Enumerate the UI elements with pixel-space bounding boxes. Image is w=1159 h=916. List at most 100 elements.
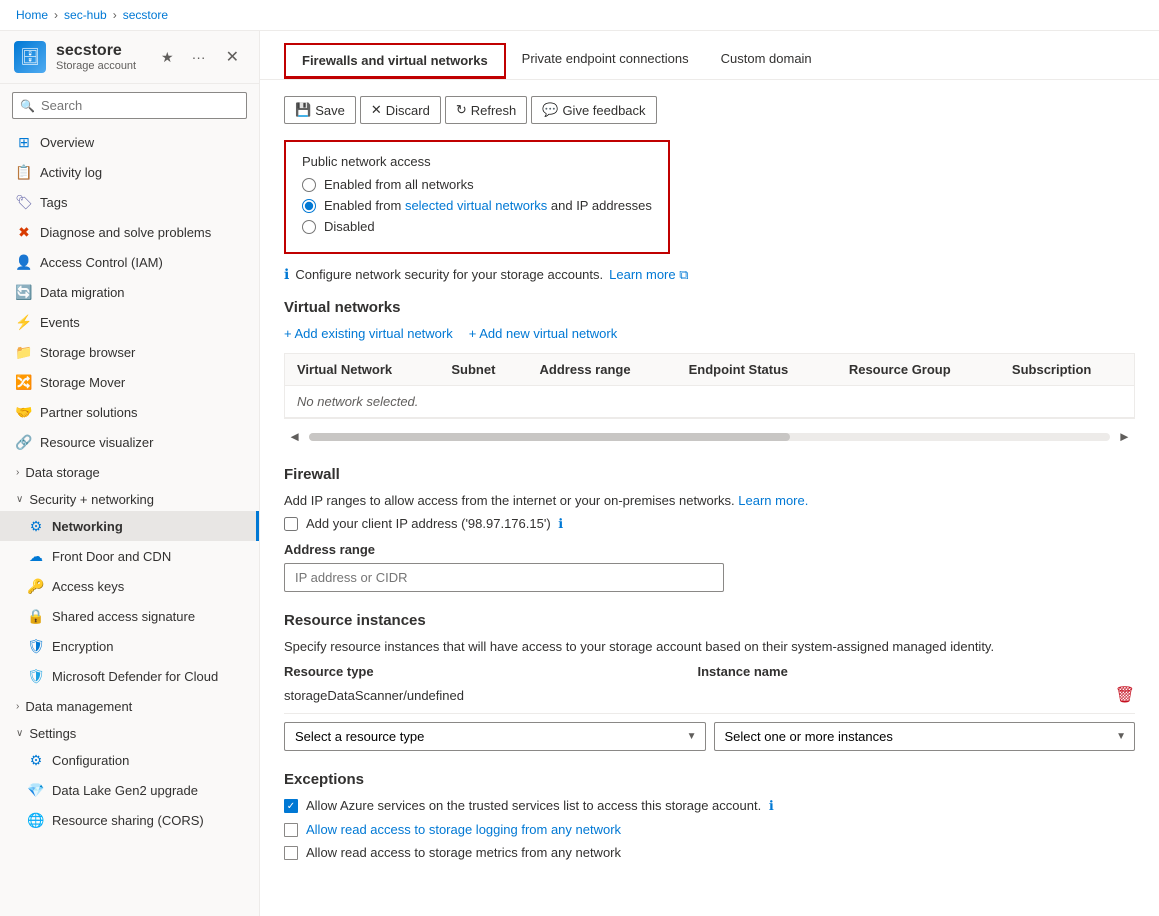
radio-all-networks-input[interactable] xyxy=(302,178,316,192)
add-existing-vnet-button[interactable]: + Add existing virtual network xyxy=(284,326,453,341)
defender-icon: 🛡 xyxy=(28,668,44,684)
save-icon: 💾 xyxy=(295,102,311,118)
col-resource-group: Resource Group xyxy=(837,354,1000,386)
account-name: secstore xyxy=(56,42,147,60)
sidebar-item-overview[interactable]: ⊞ Overview xyxy=(0,127,259,157)
tags-label: Tags xyxy=(40,195,67,210)
client-ip-label[interactable]: Add your client IP address ('98.97.176.1… xyxy=(306,516,563,532)
security-networking-section[interactable]: ∨ Security + networking xyxy=(0,484,259,511)
read-metrics-checkbox[interactable] xyxy=(284,846,298,860)
security-label: Security + networking xyxy=(29,492,154,507)
read-logging-link[interactable]: Allow read access to storage logging fro… xyxy=(306,822,621,837)
learn-more-link[interactable]: Learn more ⧉ xyxy=(609,267,688,283)
col-endpoint-status: Endpoint Status xyxy=(677,354,837,386)
sidebar-item-data-migration[interactable]: 🔄 Data migration xyxy=(0,277,259,307)
sidebar-item-partner-solutions[interactable]: 🤝 Partner solutions xyxy=(0,397,259,427)
network-access-title: Public network access xyxy=(302,154,652,169)
resource-type-select[interactable]: Select a resource type xyxy=(285,723,679,750)
scroll-thumb xyxy=(309,433,789,441)
client-ip-checkbox[interactable] xyxy=(284,517,298,531)
partner-solutions-label: Partner solutions xyxy=(40,405,138,420)
resource-instances-description: Specify resource instances that will hav… xyxy=(284,639,1135,654)
empty-message: No network selected. xyxy=(285,386,1134,418)
read-logging-checkbox[interactable] xyxy=(284,823,298,837)
tab-private-endpoint[interactable]: Private endpoint connections xyxy=(506,43,705,79)
discard-button[interactable]: ✕ Discard xyxy=(360,96,441,124)
scroll-left-button[interactable]: ◄ xyxy=(284,427,305,446)
more-options-button[interactable]: ··· xyxy=(188,47,210,67)
client-ip-info-icon: ℹ xyxy=(558,516,563,531)
exception-item-azure-services: ✓ Allow Azure services on the trusted se… xyxy=(284,798,1135,814)
access-keys-icon: 🔑 xyxy=(28,578,44,594)
settings-section[interactable]: ∨ Settings xyxy=(0,718,259,745)
info-row: ℹ Configure network security for your st… xyxy=(284,266,1135,283)
radio-selected-networks-label[interactable]: Enabled from selected virtual networks a… xyxy=(324,198,652,213)
sidebar-item-diagnose[interactable]: ✖ Diagnose and solve problems xyxy=(0,217,259,247)
search-input[interactable] xyxy=(12,92,247,119)
breadcrumb-home[interactable]: Home xyxy=(16,8,48,22)
sidebar-item-encryption[interactable]: 🛡 Encryption xyxy=(0,631,259,661)
breadcrumb-sec-hub[interactable]: sec-hub xyxy=(64,8,107,22)
resource-visualizer-label: Resource visualizer xyxy=(40,435,153,450)
close-button[interactable]: ✕ xyxy=(220,45,245,69)
data-management-label: Data management xyxy=(25,699,132,714)
firewall-title: Firewall xyxy=(284,466,1135,483)
access-keys-label: Access keys xyxy=(52,579,124,594)
radio-disabled-input[interactable] xyxy=(302,220,316,234)
favorite-button[interactable]: ★ xyxy=(157,47,178,68)
radio-disabled: Disabled xyxy=(302,219,652,234)
scroll-track[interactable] xyxy=(309,433,1110,441)
scroll-right-button[interactable]: ► xyxy=(1114,427,1135,446)
refresh-button[interactable]: ↻ Refresh xyxy=(445,96,527,124)
breadcrumb-secstore[interactable]: secstore xyxy=(123,8,168,22)
data-lake-icon: 💎 xyxy=(28,782,44,798)
radio-disabled-label[interactable]: Disabled xyxy=(324,219,375,234)
configuration-icon: ⚙ xyxy=(28,752,44,768)
feedback-button[interactable]: 💬 Give feedback xyxy=(531,96,656,124)
data-storage-section[interactable]: › Data storage xyxy=(0,457,259,484)
storage-browser-icon: 📁 xyxy=(16,344,32,360)
firewall-learn-more-link[interactable]: Learn more. xyxy=(738,493,808,508)
sidebar-item-events[interactable]: ⚡ Events xyxy=(0,307,259,337)
address-range-input[interactable] xyxy=(284,563,724,592)
tabs: Firewalls and virtual networks Private e… xyxy=(284,43,1135,79)
col-virtual-network: Virtual Network xyxy=(285,354,439,386)
radio-selected-networks: Enabled from selected virtual networks a… xyxy=(302,198,652,213)
sidebar-item-storage-mover[interactable]: 🔀 Storage Mover xyxy=(0,367,259,397)
radio-all-networks-label[interactable]: Enabled from all networks xyxy=(324,177,474,192)
table-row-empty: No network selected. xyxy=(285,386,1134,418)
sidebar-item-activity-log[interactable]: 📋 Activity log xyxy=(0,157,259,187)
instance-name-select[interactable]: Select one or more instances xyxy=(715,723,1109,750)
sidebar-item-networking[interactable]: ⚙ Networking xyxy=(0,511,259,541)
save-button[interactable]: 💾 Save xyxy=(284,96,356,124)
sidebar-item-cors[interactable]: 🌐 Resource sharing (CORS) xyxy=(0,805,259,835)
sidebar-item-access-keys[interactable]: 🔑 Access keys xyxy=(0,571,259,601)
sidebar-item-tags[interactable]: 🏷 Tags xyxy=(0,187,259,217)
resource-row-existing: storageDataScanner/undefined 🗑 xyxy=(284,685,1135,714)
discard-icon: ✕ xyxy=(371,102,382,118)
iam-icon: 👤 xyxy=(16,254,32,270)
sidebar-item-iam[interactable]: 👤 Access Control (IAM) xyxy=(0,247,259,277)
data-management-section[interactable]: › Data management xyxy=(0,691,259,718)
sidebar-item-storage-browser[interactable]: 📁 Storage browser xyxy=(0,337,259,367)
tab-custom-domain[interactable]: Custom domain xyxy=(705,43,828,79)
virtual-networks-title: Virtual networks xyxy=(284,299,1135,316)
sidebar-item-defender[interactable]: 🛡 Microsoft Defender for Cloud xyxy=(0,661,259,691)
sidebar-logo: 🗄 xyxy=(14,41,46,73)
delete-resource-button[interactable]: 🗑 xyxy=(1115,685,1135,705)
sidebar-item-front-door[interactable]: ☁ Front Door and CDN xyxy=(0,541,259,571)
sidebar-item-data-lake[interactable]: 💎 Data Lake Gen2 upgrade xyxy=(0,775,259,805)
sidebar-item-resource-visualizer[interactable]: 🔗 Resource visualizer xyxy=(0,427,259,457)
tab-firewalls[interactable]: Firewalls and virtual networks xyxy=(284,43,506,79)
radio-selected-networks-input[interactable] xyxy=(302,199,316,213)
data-migration-label: Data migration xyxy=(40,285,125,300)
add-new-vnet-button[interactable]: + Add new virtual network xyxy=(469,326,618,341)
azure-services-checkbox[interactable]: ✓ xyxy=(284,799,298,813)
storage-mover-label: Storage Mover xyxy=(40,375,125,390)
sidebar-item-configuration[interactable]: ⚙ Configuration xyxy=(0,745,259,775)
networking-icon: ⚙ xyxy=(28,518,44,534)
sidebar-item-shared-access[interactable]: 🔒 Shared access signature xyxy=(0,601,259,631)
address-range-label: Address range xyxy=(284,542,1135,557)
main-layout: 🗄 secstore Storage account ★ ··· ✕ 🔍 ⊞ O… xyxy=(0,31,1159,916)
resource-instances-section: Resource instances Specify resource inst… xyxy=(284,612,1135,751)
